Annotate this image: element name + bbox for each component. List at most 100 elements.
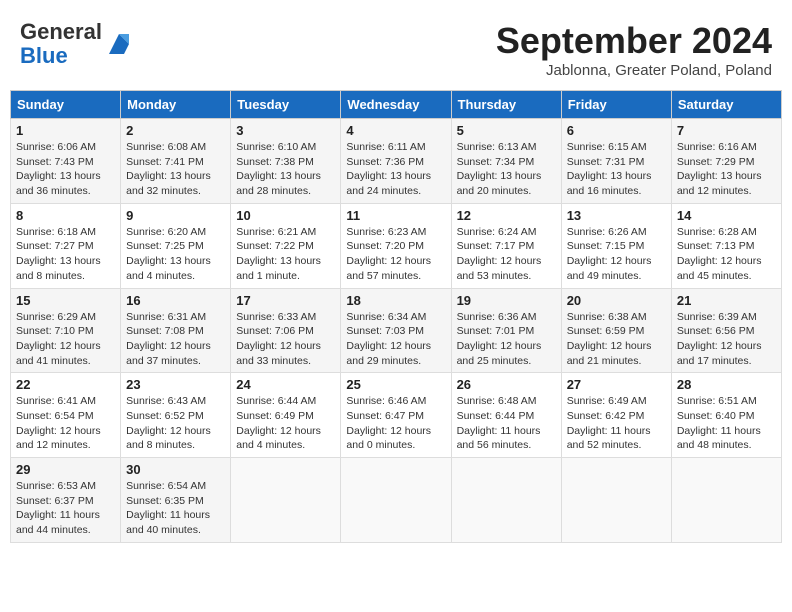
day-of-week-monday: Monday — [121, 91, 231, 119]
calendar-cell — [341, 458, 451, 543]
day-info: Sunrise: 6:08 AM Sunset: 7:41 PM Dayligh… — [126, 141, 211, 197]
calendar-cell: 1 Sunrise: 6:06 AM Sunset: 7:43 PM Daylig… — [11, 119, 121, 204]
calendar-cell: 26 Sunrise: 6:48 AM Sunset: 6:44 PM Dayli… — [451, 373, 561, 458]
day-info: Sunrise: 6:51 AM Sunset: 6:40 PM Dayligh… — [677, 395, 761, 451]
day-info: Sunrise: 6:39 AM Sunset: 6:56 PM Dayligh… — [677, 311, 762, 367]
day-number: 18 — [346, 293, 445, 308]
day-info: Sunrise: 6:43 AM Sunset: 6:52 PM Dayligh… — [126, 395, 211, 451]
day-of-week-saturday: Saturday — [671, 91, 781, 119]
day-number: 3 — [236, 123, 335, 138]
calendar-cell: 19 Sunrise: 6:36 AM Sunset: 7:01 PM Dayli… — [451, 288, 561, 373]
logo-blue: Blue — [20, 43, 68, 68]
calendar-cell: 17 Sunrise: 6:33 AM Sunset: 7:06 PM Dayli… — [231, 288, 341, 373]
day-number: 26 — [457, 377, 556, 392]
day-number: 11 — [346, 208, 445, 223]
day-number: 24 — [236, 377, 335, 392]
calendar-header-row: SundayMondayTuesdayWednesdayThursdayFrid… — [11, 91, 782, 119]
day-number: 1 — [16, 123, 115, 138]
calendar-cell: 6 Sunrise: 6:15 AM Sunset: 7:31 PM Daylig… — [561, 119, 671, 204]
day-number: 4 — [346, 123, 445, 138]
location-subtitle: Jablonna, Greater Poland, Poland — [496, 62, 772, 79]
calendar-cell — [231, 458, 341, 543]
day-number: 27 — [567, 377, 666, 392]
day-info: Sunrise: 6:49 AM Sunset: 6:42 PM Dayligh… — [567, 395, 651, 451]
month-title: September 2024 — [496, 20, 772, 62]
day-number: 15 — [16, 293, 115, 308]
calendar-cell: 14Sunrise: 6:28 AM Sunset: 7:13 PM Dayli… — [671, 203, 781, 288]
calendar-cell: 16 Sunrise: 6:31 AM Sunset: 7:08 PM Dayli… — [121, 288, 231, 373]
calendar-week-5: 29 Sunrise: 6:53 AM Sunset: 6:37 PM Dayli… — [11, 458, 782, 543]
day-info: Sunrise: 6:20 AM Sunset: 7:25 PM Dayligh… — [126, 226, 211, 282]
day-info: Sunrise: 6:54 AM Sunset: 6:35 PM Dayligh… — [126, 480, 210, 536]
day-number: 20 — [567, 293, 666, 308]
calendar-cell: 7Sunrise: 6:16 AM Sunset: 7:29 PM Daylig… — [671, 119, 781, 204]
day-info: Sunrise: 6:48 AM Sunset: 6:44 PM Dayligh… — [457, 395, 541, 451]
day-info: Sunrise: 6:23 AM Sunset: 7:20 PM Dayligh… — [346, 226, 431, 282]
day-number: 12 — [457, 208, 556, 223]
calendar-cell: 13 Sunrise: 6:26 AM Sunset: 7:15 PM Dayli… — [561, 203, 671, 288]
day-number: 21 — [677, 293, 776, 308]
calendar-cell: 21 Sunrise: 6:39 AM Sunset: 6:56 PM Dayli… — [671, 288, 781, 373]
day-of-week-sunday: Sunday — [11, 91, 121, 119]
day-info: Sunrise: 6:31 AM Sunset: 7:08 PM Dayligh… — [126, 311, 211, 367]
calendar-cell: 4 Sunrise: 6:11 AM Sunset: 7:36 PM Daylig… — [341, 119, 451, 204]
day-number: 16 — [126, 293, 225, 308]
calendar-cell: 11 Sunrise: 6:23 AM Sunset: 7:20 PM Dayli… — [341, 203, 451, 288]
day-info: Sunrise: 6:13 AM Sunset: 7:34 PM Dayligh… — [457, 141, 542, 197]
calendar-cell: 22 Sunrise: 6:41 AM Sunset: 6:54 PM Dayli… — [11, 373, 121, 458]
day-number: 8 — [16, 208, 115, 223]
day-number: 6 — [567, 123, 666, 138]
day-number: 2 — [126, 123, 225, 138]
calendar-cell: 9 Sunrise: 6:20 AM Sunset: 7:25 PM Daylig… — [121, 203, 231, 288]
day-info: Sunrise: 6:41 AM Sunset: 6:54 PM Dayligh… — [16, 395, 101, 451]
day-number: 19 — [457, 293, 556, 308]
day-info: Sunrise: 6:28 AM Sunset: 7:13 PM Dayligh… — [677, 226, 762, 282]
calendar-cell: 29 Sunrise: 6:53 AM Sunset: 6:37 PM Dayli… — [11, 458, 121, 543]
day-info: Sunrise: 6:38 AM Sunset: 6:59 PM Dayligh… — [567, 311, 652, 367]
day-info: Sunrise: 6:26 AM Sunset: 7:15 PM Dayligh… — [567, 226, 652, 282]
calendar-cell — [671, 458, 781, 543]
day-number: 29 — [16, 462, 115, 477]
day-number: 30 — [126, 462, 225, 477]
calendar-cell: 27 Sunrise: 6:49 AM Sunset: 6:42 PM Dayli… — [561, 373, 671, 458]
calendar-cell: 2 Sunrise: 6:08 AM Sunset: 7:41 PM Daylig… — [121, 119, 231, 204]
calendar-week-3: 15 Sunrise: 6:29 AM Sunset: 7:10 PM Dayli… — [11, 288, 782, 373]
day-info: Sunrise: 6:36 AM Sunset: 7:01 PM Dayligh… — [457, 311, 542, 367]
header: General Blue September 2024 Jablonna, Gr… — [10, 10, 782, 84]
day-info: Sunrise: 6:16 AM Sunset: 7:29 PM Dayligh… — [677, 141, 762, 197]
day-info: Sunrise: 6:18 AM Sunset: 7:27 PM Dayligh… — [16, 226, 101, 282]
calendar-cell: 12Sunrise: 6:24 AM Sunset: 7:17 PM Dayli… — [451, 203, 561, 288]
day-info: Sunrise: 6:29 AM Sunset: 7:10 PM Dayligh… — [16, 311, 101, 367]
day-info: Sunrise: 6:44 AM Sunset: 6:49 PM Dayligh… — [236, 395, 321, 451]
day-of-week-thursday: Thursday — [451, 91, 561, 119]
day-number: 28 — [677, 377, 776, 392]
day-number: 10 — [236, 208, 335, 223]
day-info: Sunrise: 6:11 AM Sunset: 7:36 PM Dayligh… — [346, 141, 431, 197]
day-info: Sunrise: 6:33 AM Sunset: 7:06 PM Dayligh… — [236, 311, 321, 367]
day-number: 22 — [16, 377, 115, 392]
calendar-table: SundayMondayTuesdayWednesdayThursdayFrid… — [10, 90, 782, 543]
day-info: Sunrise: 6:15 AM Sunset: 7:31 PM Dayligh… — [567, 141, 652, 197]
day-info: Sunrise: 6:06 AM Sunset: 7:43 PM Dayligh… — [16, 141, 101, 197]
day-number: 25 — [346, 377, 445, 392]
calendar-week-1: 1 Sunrise: 6:06 AM Sunset: 7:43 PM Daylig… — [11, 119, 782, 204]
calendar-week-4: 22 Sunrise: 6:41 AM Sunset: 6:54 PM Dayli… — [11, 373, 782, 458]
logo: General Blue — [20, 20, 134, 68]
calendar-cell: 10 Sunrise: 6:21 AM Sunset: 7:22 PM Dayli… — [231, 203, 341, 288]
day-number: 13 — [567, 208, 666, 223]
day-number: 23 — [126, 377, 225, 392]
day-of-week-wednesday: Wednesday — [341, 91, 451, 119]
day-number: 9 — [126, 208, 225, 223]
day-of-week-friday: Friday — [561, 91, 671, 119]
day-info: Sunrise: 6:53 AM Sunset: 6:37 PM Dayligh… — [16, 480, 100, 536]
logo-general: General — [20, 19, 102, 44]
calendar-cell: 28 Sunrise: 6:51 AM Sunset: 6:40 PM Dayli… — [671, 373, 781, 458]
day-of-week-tuesday: Tuesday — [231, 91, 341, 119]
calendar-week-2: 8 Sunrise: 6:18 AM Sunset: 7:27 PM Daylig… — [11, 203, 782, 288]
logo-icon — [104, 29, 134, 59]
calendar-cell: 24 Sunrise: 6:44 AM Sunset: 6:49 PM Dayli… — [231, 373, 341, 458]
day-info: Sunrise: 6:34 AM Sunset: 7:03 PM Dayligh… — [346, 311, 431, 367]
day-number: 17 — [236, 293, 335, 308]
day-info: Sunrise: 6:21 AM Sunset: 7:22 PM Dayligh… — [236, 226, 321, 282]
day-number: 5 — [457, 123, 556, 138]
